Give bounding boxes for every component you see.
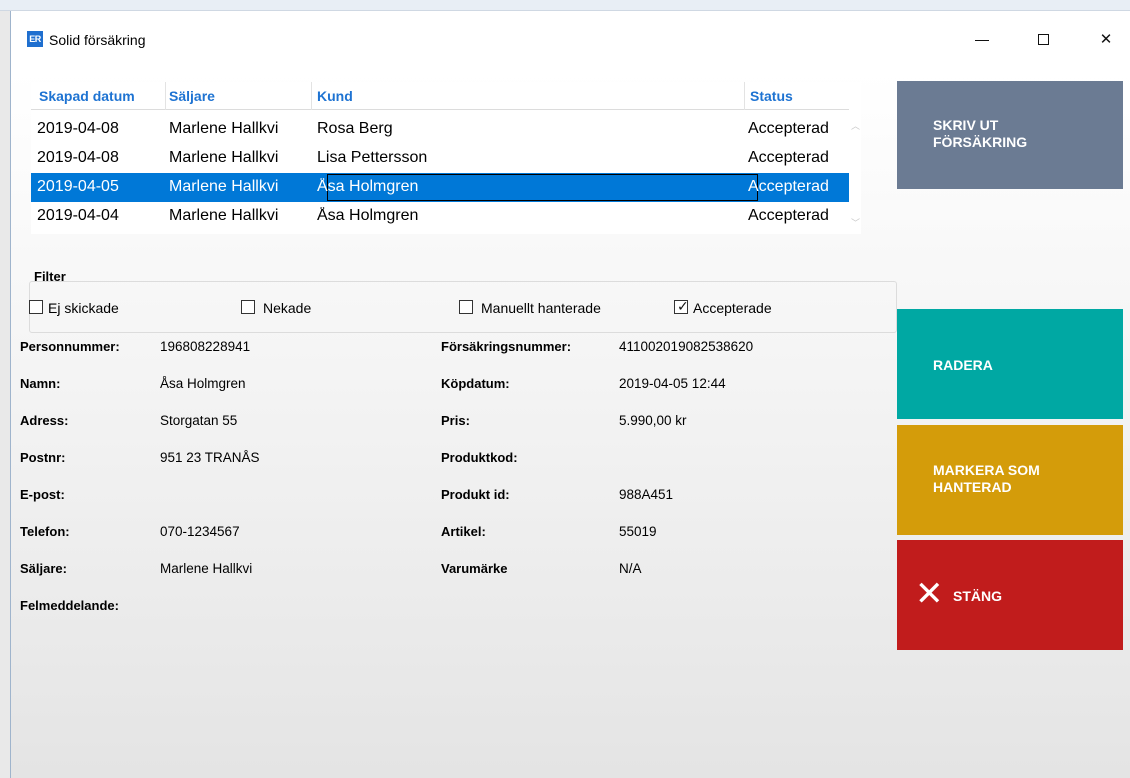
value-saljare: Marlene Hallkvi [160,561,253,576]
column-header-status[interactable]: Status [750,88,793,104]
x-icon: ✕ [915,574,944,614]
checkbox-manuellt-hanterade[interactable]: Manuellt hanterade [459,299,649,317]
column-header-customer[interactable]: Kund [317,88,353,104]
print-insurance-button[interactable]: SKRIV UT FÖRSÄKRING [897,81,1123,189]
value-adress: Storgatan 55 [160,413,238,428]
checkbox-label: Ej skickade [48,300,119,316]
checkbox-accepterade[interactable]: ✓ Accepterade [674,298,814,317]
close-icon: ✕ [1099,31,1113,48]
cell-date: 2019-04-04 [37,207,119,224]
cell-seller: Marlene Hallkvi [169,178,279,195]
label-postnr: Postnr: [20,450,66,465]
cell-customer: Åsa Holmgren [317,207,419,224]
checkbox-label: Accepterade [693,300,772,316]
cell-seller: Marlene Hallkvi [169,149,279,166]
table-row[interactable]: 2019-04-08 Marlene Hallkvi Lisa Petterss… [31,144,849,173]
app-window: ER Solid försäkring ✕ Skapad datum Sälja… [10,11,1130,778]
label-produktkod: Produktkod: [441,450,518,465]
label-kopdatum: Köpdatum: [441,376,510,391]
column-header-seller[interactable]: Säljare [169,88,215,104]
delete-button[interactable]: RADERA [897,309,1123,419]
print-button-label: SKRIV UT FÖRSÄKRING [933,117,1027,151]
checkbox-nekade[interactable]: Nekade [241,299,361,317]
value-produkt-id: 988A451 [619,487,674,502]
cell-status: Accepterad [748,120,829,137]
cell-date: 2019-04-05 [37,178,119,195]
label-personnummer: Personnummer: [20,339,120,354]
checkbox-box[interactable]: ✓ [674,298,689,314]
value-postnr: 951 23 TRANÅS [160,450,260,465]
grid-header: Skapad datum Säljare Kund Status [31,82,849,110]
column-divider[interactable] [744,82,745,110]
cell-customer: Lisa Pettersson [317,149,428,166]
label-saljare: Säljare: [20,561,67,576]
checkbox-label: Nekade [263,300,312,316]
grid-scrollbar[interactable]: ︿ ﹀ [849,110,861,234]
label-produkt-id: Produkt id: [441,487,510,502]
minimize-icon [975,40,989,41]
cell-seller: Marlene Hallkvi [169,120,279,137]
mark-label-line2: HANTERAD [933,479,1012,495]
checkbox-ej-skickade[interactable]: Ej skickade [29,299,169,317]
mark-handled-button[interactable]: MARKERA SOM HANTERAD [897,425,1123,535]
cell-seller: Marlene Hallkvi [169,207,279,224]
cell-date: 2019-04-08 [37,149,119,166]
value-kopdatum: 2019-04-05 12:44 [619,376,726,391]
cell-status: Accepterad [748,149,829,166]
label-namn: Namn: [20,376,61,391]
close-button-label: STÄNG [953,588,1002,604]
label-telefon: Telefon: [20,524,70,539]
background-window-strip [0,0,1130,11]
cell-customer: Rosa Berg [317,120,393,137]
checkbox-box[interactable] [241,300,255,314]
scroll-down-icon[interactable]: ﹀ [851,219,860,228]
table-row[interactable]: 2019-04-08 Marlene Hallkvi Rosa Berg Acc… [31,115,849,144]
value-artikel: 55019 [619,524,657,539]
mark-label-line1: MARKERA SOM [933,462,1040,478]
mark-button-label: MARKERA SOM HANTERAD [933,462,1040,496]
title-bar[interactable]: ER Solid försäkring ✕ [11,11,1130,55]
minimize-button[interactable] [959,25,1005,55]
label-forsakringsnummer: Försäkringsnummer: [441,339,572,354]
label-pris: Pris: [441,413,470,428]
value-namn: Åsa Holmgren [160,376,246,391]
checkbox-box[interactable] [459,300,473,314]
close-button[interactable]: ✕ STÄNG [897,540,1123,650]
checkmark-icon: ✓ [677,298,689,314]
column-divider[interactable] [165,82,166,110]
filter-label: Filter [34,269,66,284]
app-logo-icon: ER [27,31,43,47]
delete-button-label: RADERA [933,357,993,373]
label-artikel: Artikel: [441,524,486,539]
label-felmeddelande: Felmeddelande: [20,598,119,613]
maximize-button[interactable] [1021,25,1067,55]
insurance-grid[interactable]: Skapad datum Säljare Kund Status 2019-04… [31,82,861,234]
label-varumarke: Varumärke [441,561,508,576]
print-label-line2: FÖRSÄKRING [933,134,1028,150]
value-telefon: 070-1234567 [160,524,240,539]
value-varumarke: N/A [619,561,642,576]
scroll-up-icon[interactable]: ︿ [851,122,860,131]
cell-date: 2019-04-08 [37,120,119,137]
column-divider[interactable] [311,82,312,110]
close-window-button[interactable]: ✕ [1083,25,1129,55]
window-title: Solid försäkring [49,32,146,48]
cell-customer: Åsa Holmgren [317,178,419,195]
print-label-line1: SKRIV UT [933,117,999,133]
label-adress: Adress: [20,413,69,428]
cell-status: Accepterad [748,178,829,195]
value-pris: 5.990,00 kr [619,413,687,428]
cell-status: Accepterad [748,207,829,224]
value-forsakringsnummer: 411002019082538620 [619,339,754,354]
maximize-icon [1038,34,1049,45]
checkbox-box[interactable] [29,300,43,314]
checkbox-label: Manuellt hanterade [481,300,601,316]
label-epost: E-post: [20,487,65,502]
value-personnummer: 196808228941 [160,339,251,354]
table-row-selected[interactable]: 2019-04-05 Marlene Hallkvi Åsa Holmgren … [31,173,849,202]
table-row[interactable]: 2019-04-04 Marlene Hallkvi Åsa Holmgren … [31,202,849,231]
column-header-date[interactable]: Skapad datum [39,88,135,104]
